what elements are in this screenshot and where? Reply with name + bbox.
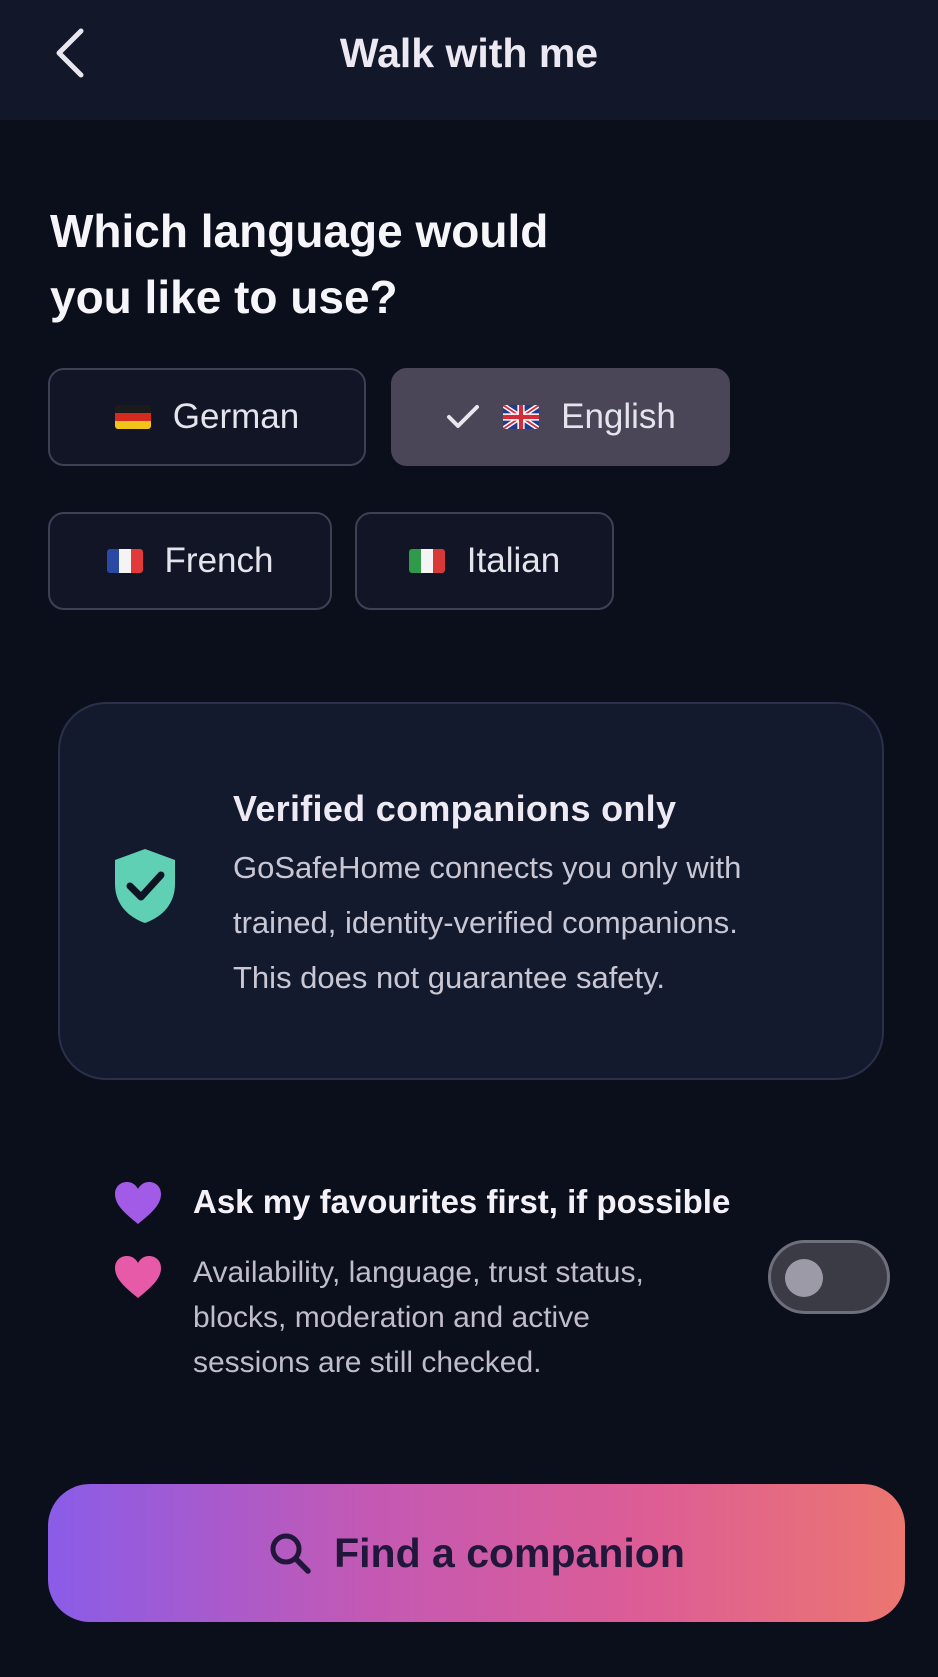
favourites-description-line: Availability, language, trust status,	[193, 1256, 644, 1289]
pink-heart-icon	[115, 1256, 161, 1298]
language-question: Which language would you like to use?	[50, 198, 690, 330]
page-title: Walk with me	[339, 30, 599, 76]
favourites-title: Ask my favourites first, if possible	[193, 1183, 731, 1220]
french-flag-icon	[106, 549, 143, 573]
shield-check-icon	[115, 849, 175, 923]
top-bar: Walk with me	[0, 0, 938, 120]
info-card-text: GoSafeHome connects you only with traine…	[233, 840, 833, 1005]
info-card-line: trained, identity-verified companions.	[233, 905, 738, 940]
language-chip-label: English	[561, 397, 676, 436]
check-icon	[445, 403, 481, 431]
favourites-description-line: sessions are still checked.	[193, 1346, 542, 1379]
favourites-description: Availability, language, trust status, bl…	[193, 1250, 723, 1385]
german-flag-icon	[114, 405, 151, 429]
uk-flag-icon	[503, 405, 540, 429]
toggle-knob	[785, 1259, 823, 1297]
language-question-line-2: you like to use?	[50, 271, 398, 323]
info-card-line: This does not guarantee safety.	[233, 960, 665, 995]
favourites-toggle[interactable]	[768, 1240, 890, 1314]
language-chip-label: German	[172, 397, 300, 436]
language-chip-german[interactable]: German	[48, 368, 366, 466]
info-card-title: Verified companions only	[233, 788, 677, 829]
info-card-line: GoSafeHome connects you only with	[233, 850, 742, 885]
find-companion-label: Find a companion	[334, 1529, 685, 1576]
find-companion-button[interactable]: Find a companion	[48, 1484, 905, 1622]
language-chip-italian[interactable]: Italian	[355, 512, 614, 610]
search-icon	[268, 1531, 312, 1575]
language-chip-english[interactable]: English	[391, 368, 730, 466]
language-question-line-1: Which language would	[50, 205, 549, 257]
purple-heart-icon	[115, 1182, 161, 1224]
language-chip-label: French	[164, 541, 274, 580]
walk-with-me-screen: Walk with me Which language would you li…	[0, 0, 938, 1677]
language-chip-label: Italian	[466, 541, 561, 580]
italian-flag-icon	[408, 549, 445, 573]
favourites-description-line: blocks, moderation and active	[193, 1301, 590, 1334]
language-chip-french[interactable]: French	[48, 512, 332, 610]
